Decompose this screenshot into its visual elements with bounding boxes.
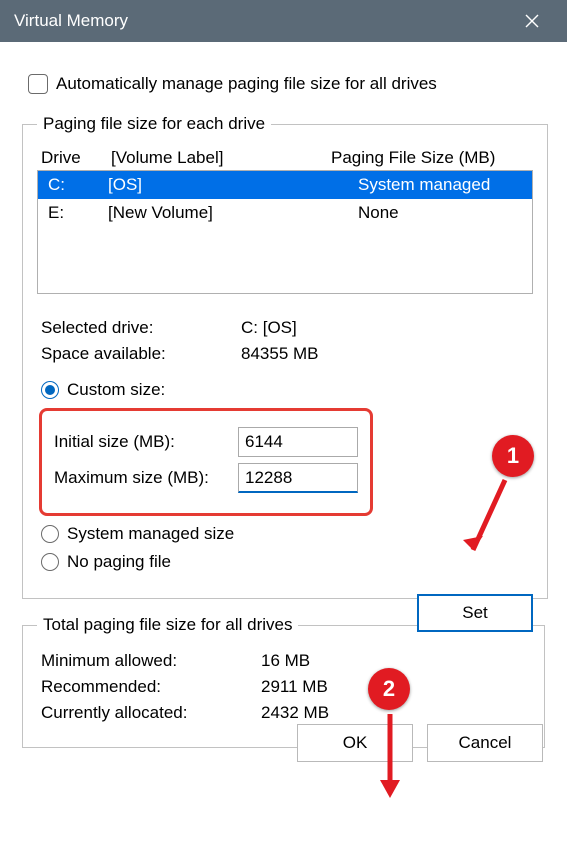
radio-system-managed-label: System managed size [67,524,234,544]
maximum-size-label: Maximum size (MB): [54,468,238,488]
radio-custom-label: Custom size: [67,380,165,400]
min-allowed-value: 16 MB [261,651,310,671]
space-available-label: Space available: [41,344,241,364]
annotation-badge-2: 2 [368,668,410,710]
titlebar: Virtual Memory [0,0,567,42]
paging-file-group: Paging file size for each drive Drive [V… [22,114,548,599]
window-title: Virtual Memory [14,11,128,31]
space-available-value: 84355 MB [241,344,319,364]
recommended-label: Recommended: [41,677,261,697]
min-allowed-label: Minimum allowed: [41,651,261,671]
radio-no-paging[interactable] [41,553,59,571]
initial-size-label: Initial size (MB): [54,432,238,452]
drive-row-e[interactable]: E: [New Volume] None [38,199,532,227]
currently-allocated-value: 2432 MB [261,703,329,723]
ok-button[interactable]: OK [297,724,413,762]
selected-drive-value: C: [OS] [241,318,297,338]
header-drive: Drive [41,148,111,168]
set-button[interactable]: Set [417,594,533,632]
drive-list-header: Drive [Volume Label] Paging File Size (M… [41,148,529,168]
auto-manage-checkbox[interactable] [28,74,48,94]
close-button[interactable] [511,0,553,42]
header-volume: [Volume Label] [111,148,331,168]
radio-system-managed[interactable] [41,525,59,543]
recommended-value: 2911 MB [261,677,328,697]
maximum-size-input[interactable] [238,463,358,493]
cancel-button[interactable]: Cancel [427,724,543,762]
auto-manage-label: Automatically manage paging file size fo… [56,74,437,94]
custom-size-highlight: Initial size (MB): Maximum size (MB): [39,408,373,516]
paging-file-legend: Paging file size for each drive [37,114,271,134]
drive-row-c[interactable]: C: [OS] System managed [38,171,532,199]
currently-allocated-label: Currently allocated: [41,703,261,723]
close-icon [524,13,540,29]
radio-no-paging-label: No paging file [67,552,171,572]
totals-legend: Total paging file size for all drives [37,615,298,635]
header-pfs: Paging File Size (MB) [331,148,529,168]
initial-size-input[interactable] [238,427,358,457]
drive-list[interactable]: C: [OS] System managed E: [New Volume] N… [37,170,533,294]
selected-drive-label: Selected drive: [41,318,241,338]
radio-custom-size[interactable] [41,381,59,399]
annotation-badge-1: 1 [492,435,534,477]
